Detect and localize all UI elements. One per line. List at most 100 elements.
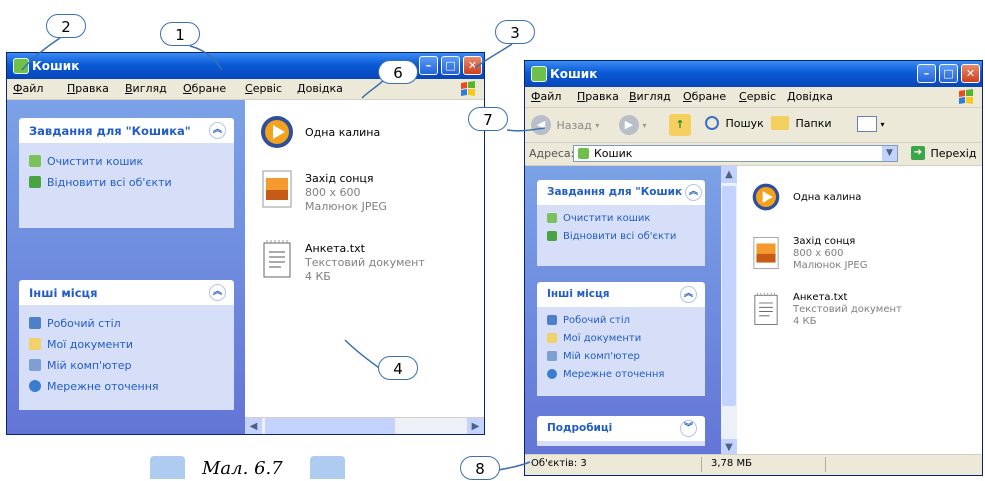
desktop-link[interactable]: Робочий стіл	[547, 315, 630, 326]
minimize-button[interactable]: –	[419, 56, 438, 75]
go-button[interactable]: ➔ Перехід	[911, 146, 976, 160]
my-documents-label: Мої документи	[47, 338, 134, 351]
views-button[interactable]: ▾	[857, 116, 885, 132]
back-dropdown-icon[interactable]: ▾	[595, 121, 599, 130]
minimize-button[interactable]: –	[917, 64, 936, 83]
menu-help[interactable]: Довідка	[297, 82, 343, 95]
desktop-icon	[29, 317, 41, 329]
menu-tools[interactable]: Сервіс	[245, 82, 282, 95]
desktop-link[interactable]: Робочий стіл	[29, 317, 121, 330]
details-header[interactable]: Подробиці ︾	[537, 416, 705, 441]
menu-help[interactable]: Довідка	[787, 90, 833, 103]
close-icon: ✕	[467, 59, 478, 72]
file-type: Малюнок JPEG	[305, 200, 387, 213]
collapse-chevron-icon[interactable]: ︽	[685, 184, 702, 201]
desktop-label: Робочий стіл	[563, 315, 631, 326]
address-dropdown-icon[interactable]: ▼	[882, 146, 897, 161]
file-name: Анкета.txt	[793, 292, 848, 303]
file-list: Одна калина Захід сонця 800 x 600 Малюно…	[245, 100, 484, 417]
image-file-icon	[753, 236, 779, 270]
other-places-header[interactable]: Інші місця ︽	[19, 280, 234, 305]
desktop-label: Робочий стіл	[47, 317, 121, 330]
menu-favorites[interactable]: Обране	[683, 90, 726, 103]
close-button[interactable]: ✕	[463, 56, 482, 75]
total-size: 3,78 МБ	[711, 458, 752, 469]
views-dropdown-icon[interactable]: ▾	[881, 120, 885, 129]
scroll-thumb[interactable]	[722, 186, 736, 406]
toolbar: ◀ Назад ▾ ▶ ▾ ↑ Пошук Папки ▾	[525, 108, 982, 143]
vertical-scrollbar[interactable]: ▲ ▼	[721, 166, 737, 456]
maximize-button[interactable]: □	[939, 64, 958, 83]
empty-bin-link[interactable]: Очистити кошик	[547, 213, 650, 224]
recycle-tasks-title: Завдання для "Кошика"	[29, 124, 191, 138]
search-button[interactable]: Пошук	[705, 116, 764, 130]
windows-logo-icon	[959, 89, 973, 104]
restore-all-label: Відновити всі об'єкти	[563, 231, 677, 242]
empty-bin-label: Очистити кошик	[563, 213, 651, 224]
my-documents-link[interactable]: Мої документи	[29, 338, 133, 351]
maximize-button[interactable]: □	[441, 56, 460, 75]
minimize-icon: –	[923, 67, 930, 80]
my-documents-link[interactable]: Мої документи	[547, 333, 641, 344]
menu-favorites[interactable]: Обране	[183, 82, 226, 95]
details-header[interactable]: Подробиці ︾	[19, 434, 234, 435]
search-label: Пошук	[725, 116, 764, 130]
collapse-chevron-icon[interactable]: ︽	[209, 284, 226, 301]
text-file-icon	[263, 240, 291, 278]
address-label: Адреса:	[529, 147, 575, 160]
address-input[interactable]: Кошик ▼	[573, 145, 898, 162]
menu-edit[interactable]: Правка	[67, 82, 109, 95]
recycle-tasks-title: Завдання для "Кошик	[547, 186, 683, 198]
object-count: Об'єктів: 3	[531, 458, 587, 469]
up-folder-icon[interactable]: ↑	[669, 114, 691, 136]
horizontal-scrollbar[interactable]: ◀ ▶	[245, 417, 484, 434]
menu-bar: Файл Правка Вигляд Обране Сервіс Довідка	[525, 87, 982, 108]
callout-7: 7	[468, 107, 508, 131]
maximize-icon: □	[445, 59, 456, 72]
forward-button[interactable]: ▶ ▾	[619, 115, 647, 135]
file-name: Анкета.txt	[305, 242, 365, 255]
address-bar: Адреса: Кошик ▼ ➔ Перехід	[525, 143, 982, 166]
search-icon	[705, 116, 719, 130]
views-icon	[857, 116, 877, 132]
caption-text: Мал. 6.7	[202, 458, 283, 479]
expand-chevron-icon[interactable]: ︾	[680, 420, 697, 437]
menu-file[interactable]: Файл	[13, 82, 43, 95]
menu-tools[interactable]: Сервіс	[739, 90, 776, 103]
back-button[interactable]: ◀ Назад ▾	[531, 115, 599, 135]
my-computer-label: Мій комп'ютер	[563, 351, 640, 362]
scroll-right-icon[interactable]: ▶	[467, 418, 484, 434]
scroll-up-icon[interactable]: ▲	[721, 166, 737, 183]
scroll-thumb[interactable]	[265, 418, 395, 434]
recycle-tasks-header[interactable]: Завдання для "Кошика" ︽	[19, 118, 234, 143]
network-link[interactable]: Мережне оточення	[29, 380, 159, 393]
my-computer-link[interactable]: Мій комп'ютер	[29, 359, 132, 372]
callout-2: 2	[46, 14, 86, 38]
menu-file[interactable]: Файл	[531, 90, 561, 103]
text-file-icon	[754, 292, 778, 325]
restore-icon	[547, 231, 557, 241]
collapse-chevron-icon[interactable]: ︽	[680, 286, 697, 303]
folder-icon	[29, 338, 41, 350]
other-places-header[interactable]: Інші місця ︽	[537, 282, 705, 307]
close-button[interactable]: ✕	[961, 64, 980, 83]
folders-button[interactable]: Папки	[771, 116, 832, 130]
window-title: Кошик	[32, 59, 80, 73]
forward-dropdown-icon[interactable]: ▾	[643, 121, 647, 130]
network-link[interactable]: Мережне оточення	[547, 369, 664, 380]
title-bar[interactable]: Кошик – □ ✕	[525, 61, 982, 87]
menu-view[interactable]: Вигляд	[125, 82, 167, 95]
recycle-tasks-header[interactable]: Завдання для "Кошик ︽	[537, 180, 705, 205]
empty-bin-link[interactable]: Очистити кошик	[29, 155, 143, 168]
recycle-bin-icon	[531, 66, 547, 82]
restore-all-link[interactable]: Відновити всі об'єкти	[547, 231, 676, 242]
menu-edit[interactable]: Правка	[577, 90, 619, 103]
address-value: Кошик	[594, 147, 633, 160]
scroll-left-icon[interactable]: ◀	[245, 418, 262, 434]
my-computer-link[interactable]: Мій комп'ютер	[547, 351, 640, 362]
restore-all-link[interactable]: Відновити всі об'єкти	[29, 176, 172, 189]
recycle-bin-icon	[578, 148, 589, 159]
menu-view[interactable]: Вигляд	[629, 90, 671, 103]
network-icon	[29, 380, 41, 392]
collapse-chevron-icon[interactable]: ︽	[209, 122, 226, 139]
